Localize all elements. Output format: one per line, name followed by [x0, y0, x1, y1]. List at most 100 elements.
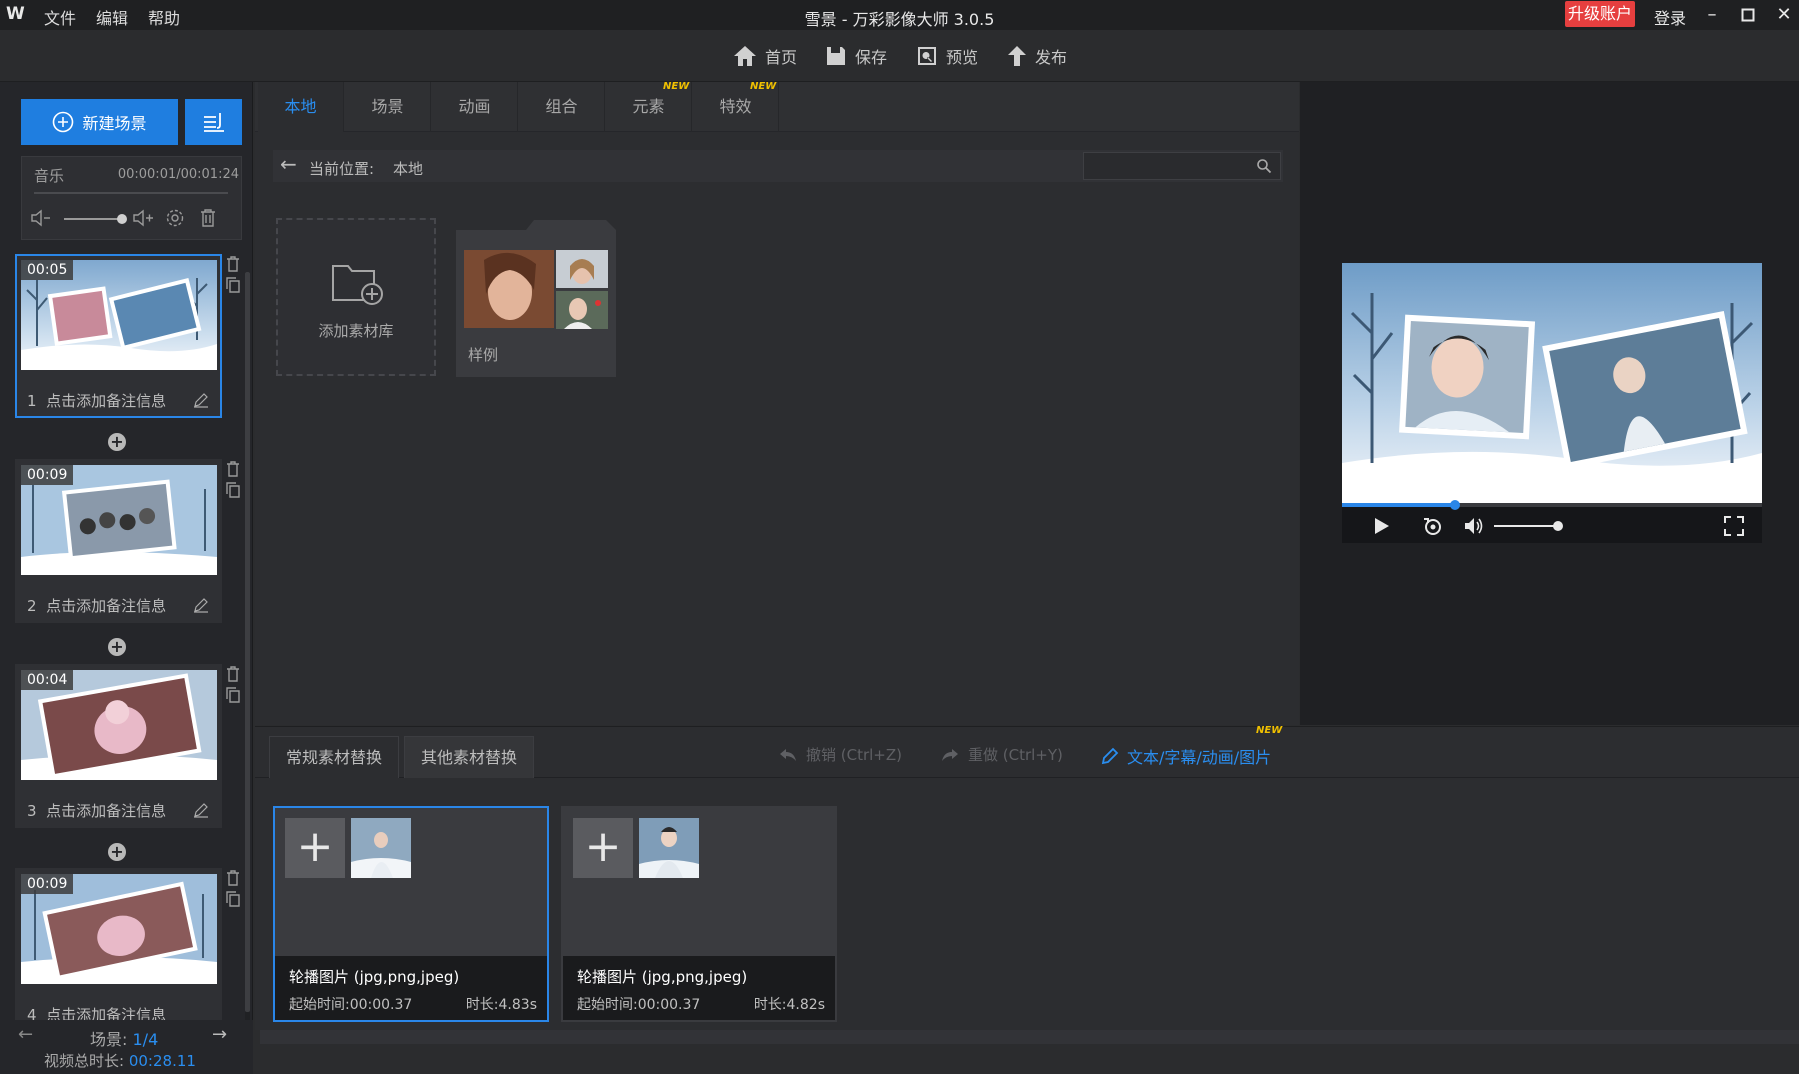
publish-button[interactable]: 发布 [1007, 44, 1067, 68]
scene-delete-icon[interactable] [226, 256, 240, 272]
scene-copy-icon[interactable] [226, 277, 240, 293]
fullscreen-icon[interactable] [1724, 516, 1744, 536]
replace-card-2[interactable]: + 轮播图片 (jpg,png,jpeg) 起始时间:00:00.37 时长:4… [561, 806, 837, 1022]
volume-down-icon[interactable] [30, 209, 52, 227]
tab-animation[interactable]: 动画 [432, 82, 518, 132]
sample-photo-2 [556, 250, 608, 288]
tab-local[interactable]: 本地 [258, 82, 344, 132]
save-label: 保存 [855, 48, 888, 67]
player-progress-fill [1342, 503, 1456, 507]
scene-delete-icon[interactable] [226, 461, 240, 477]
replace-info: 轮播图片 (jpg,png,jpeg) 起始时间:00:00.37 时长:4.8… [563, 956, 835, 1020]
replay-icon[interactable] [1422, 516, 1444, 536]
preview-button[interactable]: 预览 [916, 44, 978, 68]
replace-info: 轮播图片 (jpg,png,jpeg) 起始时间:00:00.37 时长:4.8… [275, 956, 547, 1020]
home-icon [734, 46, 756, 66]
settings-icon[interactable] [165, 208, 185, 228]
scene-copy-icon[interactable] [226, 687, 240, 703]
replace-thumbnail[interactable] [351, 818, 411, 878]
new-badge: NEW [663, 81, 690, 92]
redo-icon [942, 748, 958, 761]
replace-name: 轮播图片 (jpg,png,jpeg) [577, 968, 748, 986]
player-volume-handle[interactable] [1553, 521, 1563, 531]
scene-note[interactable]: 1 点击添加备注信息 [27, 390, 166, 411]
scene-copy-icon[interactable] [226, 482, 240, 498]
tab-scene[interactable]: 场景 [345, 82, 431, 132]
edit-note-icon[interactable] [193, 392, 209, 408]
replace-thumbnail[interactable] [639, 818, 699, 878]
scene-counter: 场景: 1/4 [90, 1030, 159, 1049]
player-volume-slider[interactable] [1494, 525, 1558, 527]
back-arrow-icon[interactable]: ← [280, 152, 297, 176]
insert-scene-button[interactable]: + [108, 433, 126, 451]
redo-button[interactable]: 重做 (Ctrl+Y) [940, 744, 1063, 765]
tab-combo[interactable]: 组合 [519, 82, 605, 132]
scene-delete-icon[interactable] [226, 666, 240, 682]
maximize-icon[interactable] [1733, 2, 1763, 28]
add-folder-icon [332, 265, 383, 305]
scene-card-4[interactable]: 00:09 4 点击添加备注信息 [15, 868, 222, 1020]
pencil-icon [1101, 747, 1119, 765]
scene-scrollbar[interactable] [245, 272, 250, 1012]
volume-handle[interactable] [117, 214, 127, 224]
scene-list-button[interactable] [185, 99, 242, 145]
close-icon[interactable]: ✕ [1769, 2, 1799, 28]
login-button[interactable]: 登录 [1654, 5, 1686, 29]
replace-duration: 时长:4.82s [753, 997, 825, 1013]
prev-scene-icon[interactable]: ← [18, 1024, 33, 1045]
delete-icon[interactable] [199, 208, 217, 228]
scene-delete-icon[interactable] [226, 870, 240, 886]
music-time: 00:00:01/00:01:24 [117, 167, 239, 182]
total-duration: 视频总时长: 00:28.11 [44, 1052, 196, 1070]
undo-icon [780, 748, 796, 761]
minimize-icon[interactable]: – [1697, 2, 1727, 28]
scene-card-2[interactable]: 00:09 2 点击添加备注信息 [15, 459, 222, 623]
scene-note[interactable]: 3 点击添加备注信息 [27, 800, 166, 821]
replace-card-1[interactable]: + 轮播图片 (jpg,png,jpeg) 起始时间:00:00.37 时长:4… [273, 806, 549, 1022]
preview-icon [918, 47, 936, 65]
edit-note-icon[interactable] [193, 597, 209, 613]
music-panel: 音乐 00:00:01/00:01:24 [21, 156, 242, 240]
add-circle-icon [53, 111, 74, 133]
add-library-label: 添加素材库 [318, 322, 394, 340]
video-preview[interactable] [1342, 263, 1762, 543]
undo-button[interactable]: 撤销 (Ctrl+Z) [778, 744, 902, 765]
new-scene-button[interactable]: 新建场景 [21, 99, 178, 145]
insert-scene-button[interactable]: + [108, 638, 126, 656]
next-scene-icon[interactable]: → [212, 1024, 227, 1045]
insert-scene-button[interactable]: + [108, 843, 126, 861]
tab-regular-replace[interactable]: 常规素材替换 [269, 736, 400, 778]
upgrade-account-button[interactable]: 升级账户 [1565, 1, 1635, 27]
play-icon[interactable] [1374, 517, 1390, 535]
horizontal-scrollbar[interactable] [260, 1030, 1799, 1044]
scene-card-1[interactable]: 00:05 1 点击添加备注信息 [15, 254, 222, 418]
text-subtitle-link[interactable]: 文本/字幕/动画/图片 [1101, 744, 1271, 768]
player-progress-handle[interactable] [1450, 500, 1461, 510]
volume-up-icon[interactable] [132, 209, 156, 227]
scene-copy-icon[interactable] [226, 891, 240, 907]
search-input[interactable] [1083, 152, 1281, 180]
sample-folder[interactable]: 样例 [456, 220, 616, 377]
publish-label: 发布 [1035, 48, 1068, 67]
home-button[interactable]: 首页 [733, 44, 797, 68]
add-library-button[interactable]: 添加素材库 [276, 218, 436, 376]
edit-note-icon[interactable] [193, 802, 209, 818]
add-image-button[interactable]: + [285, 818, 345, 878]
scene-duration: 00:04 [21, 670, 74, 690]
music-label: 音乐 [34, 167, 65, 185]
scene-note[interactable]: 2 点击添加备注信息 [27, 595, 166, 616]
breadcrumb-path[interactable]: 本地 [393, 158, 423, 179]
scene-4-clip: 00:09 4 点击添加备注信息 [0, 868, 245, 1020]
tab-other-replace[interactable]: 其他素材替换 [404, 736, 535, 778]
music-volume-slider[interactable] [64, 218, 120, 220]
save-button[interactable]: 保存 [825, 44, 887, 68]
sample-folder-label: 样例 [468, 346, 499, 364]
scene-note[interactable]: 4 点击添加备注信息 [27, 1004, 166, 1020]
scene-duration: 00:09 [21, 874, 74, 894]
add-image-button[interactable]: + [573, 818, 633, 878]
music-progress-bar[interactable] [34, 192, 228, 194]
scene-card-3[interactable]: 00:04 3 点击添加备注信息 [15, 664, 222, 828]
volume-icon[interactable] [1464, 517, 1486, 535]
search-icon[interactable] [1256, 158, 1272, 174]
scene-footer: ← 场景: 1/4 → 视频总时长: 00:28.11 [0, 1020, 253, 1074]
